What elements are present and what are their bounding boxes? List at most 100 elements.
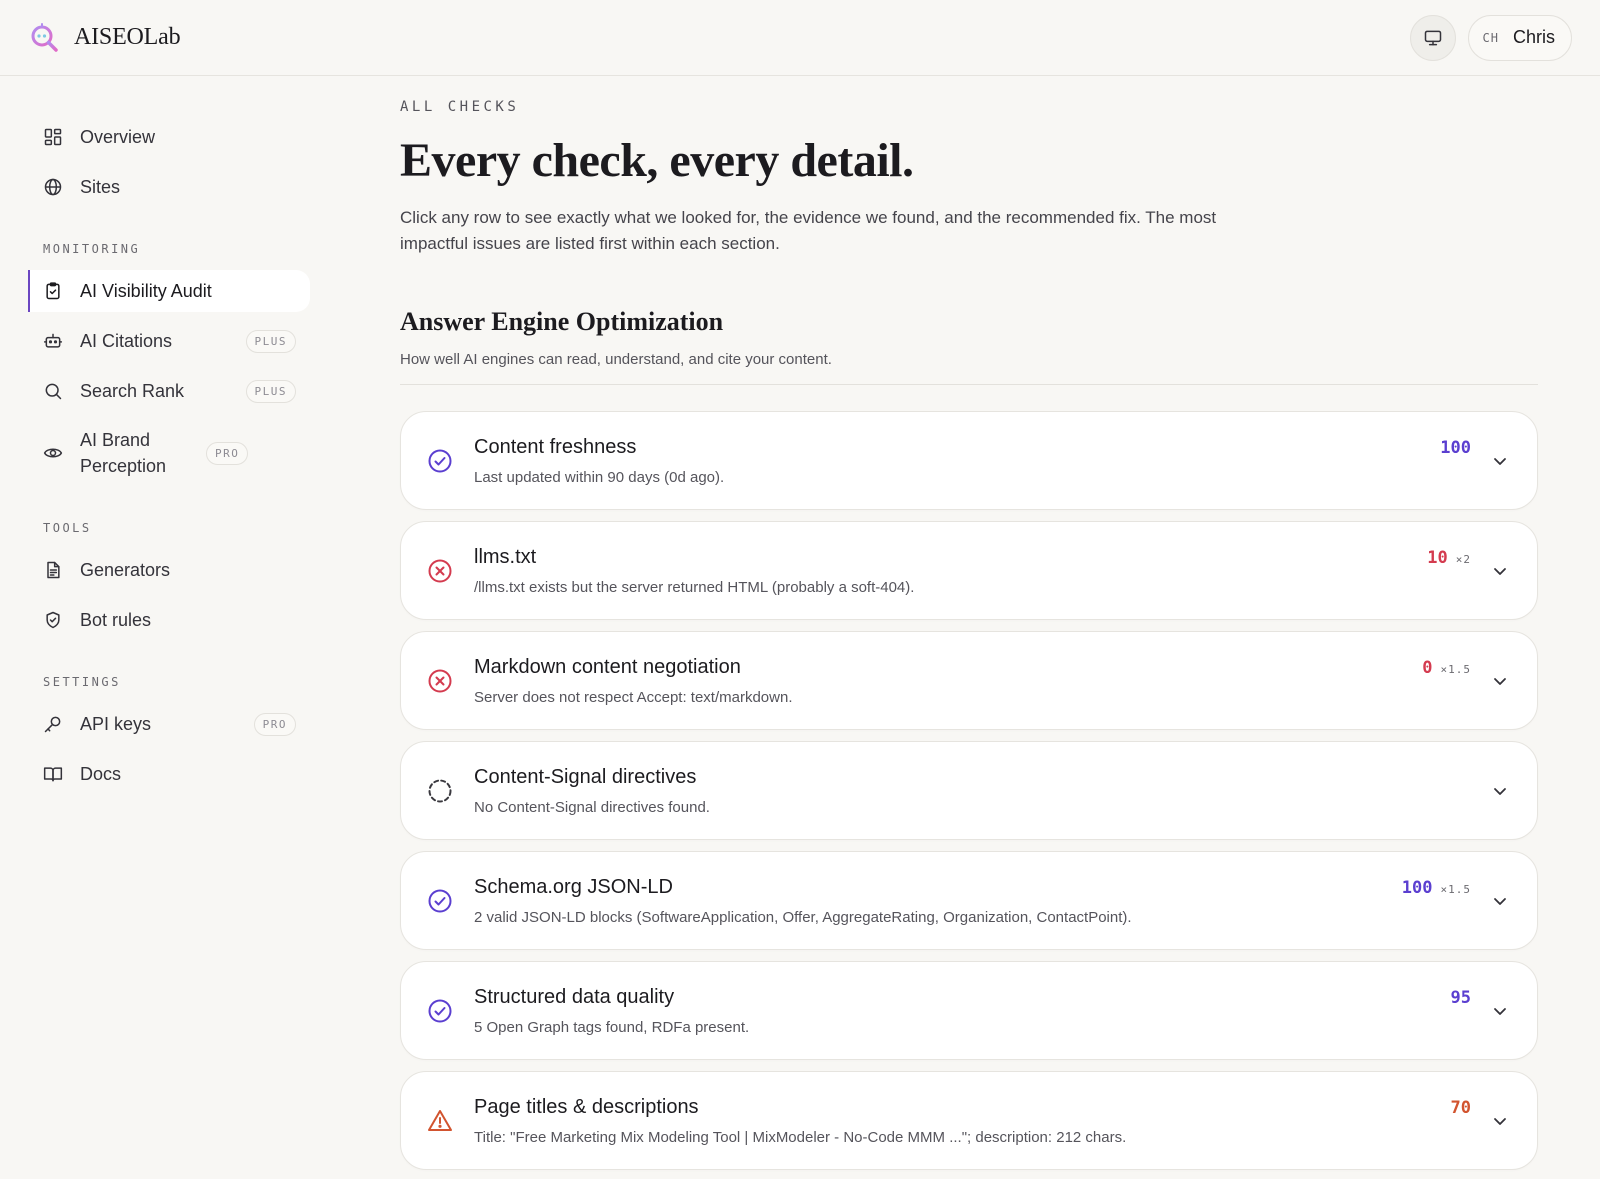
check-detail: Title: "Free Marketing Mix Modeling Tool…	[474, 1129, 1127, 1146]
sidebar-item-overview[interactable]: Overview	[28, 116, 310, 158]
sidebar-item-label: Search Rank	[80, 381, 185, 401]
check-detail: Server does not respect Accept: text/mar…	[474, 689, 793, 706]
eye-icon	[42, 442, 64, 464]
display-toggle-button[interactable]	[1409, 14, 1456, 61]
score-multiplier: ×2	[1455, 553, 1471, 566]
sidebar-item-label: Overview	[80, 127, 156, 147]
plan-badge: PLUS	[245, 329, 296, 353]
check-pass-icon	[428, 889, 452, 913]
sidebar-item-bot-rules[interactable]: Bot rules	[28, 599, 310, 641]
check-pass-icon	[428, 449, 452, 473]
check-title: Content freshness	[474, 436, 637, 458]
sidebar-section-monitoring: MONITORING	[43, 242, 141, 256]
sidebar-section-settings: SETTINGS	[43, 675, 121, 689]
chevron-down-icon[interactable]	[1491, 452, 1509, 470]
key-icon	[42, 713, 64, 735]
sidebar: Overview Sites MONITORING AI Visibility …	[0, 77, 330, 1179]
check-row-markdown-content-negotiation[interactable]: Markdown content negotiation Server does…	[400, 631, 1538, 730]
search-icon	[42, 380, 64, 402]
page-description: Click any row to see exactly what we loo…	[400, 208, 1217, 253]
check-title: Schema.org JSON-LD	[474, 876, 673, 898]
globe-icon	[42, 176, 64, 198]
sidebar-item-label: Sites	[80, 177, 121, 197]
plan-badge: PRO	[206, 441, 249, 465]
section-description: How well AI engines can read, understand…	[400, 351, 832, 368]
brand[interactable]: AISEOLab	[28, 21, 181, 55]
check-detail: 2 valid JSON-LD blocks (SoftwareApplicat…	[474, 909, 1132, 926]
sidebar-item-search-rank[interactable]: Search Rank PLUS	[28, 370, 310, 412]
sidebar-section-tools: TOOLS	[43, 521, 92, 535]
robot-icon	[42, 330, 64, 352]
page-eyebrow: ALL CHECKS	[400, 99, 520, 115]
grid-icon	[42, 126, 64, 148]
score-value: 0	[1422, 658, 1433, 678]
score-multiplier: ×1.5	[1440, 663, 1471, 676]
logo-icon	[31, 22, 58, 52]
warning-icon	[428, 1110, 452, 1131]
sidebar-item-docs[interactable]: Docs	[28, 753, 310, 795]
sidebar-item-label: Docs	[80, 764, 122, 784]
sidebar-item-sites[interactable]: Sites	[28, 166, 310, 208]
check-row-llms-txt[interactable]: llms.txt /llms.txt exists but the server…	[400, 521, 1538, 620]
sidebar-item-api-keys[interactable]: API keys PRO	[28, 703, 310, 745]
clipboard-icon	[42, 280, 64, 302]
page-title: Every check, every detail.	[400, 134, 914, 187]
check-row-structured-data-quality[interactable]: Structured data quality 5 Open Graph tag…	[400, 961, 1538, 1060]
check-score: 95	[1451, 988, 1471, 1008]
chevron-down-icon[interactable]	[1491, 782, 1509, 800]
sidebar-item-ai-citations[interactable]: AI Citations PLUS	[28, 320, 310, 362]
check-score: 70	[1451, 1098, 1471, 1118]
sidebar-item-label: AI Citations	[80, 331, 173, 351]
check-detail: Last updated within 90 days (0d ago).	[474, 469, 725, 486]
user-name: Chris	[1512, 27, 1555, 47]
sidebar-item-label: Generators	[80, 560, 171, 580]
check-row-schema-org-json-ld[interactable]: Schema.org JSON-LD 2 valid JSON-LD block…	[400, 851, 1538, 950]
check-detail: /llms.txt exists but the server returned…	[474, 579, 915, 596]
plan-badge: PRO	[253, 712, 296, 736]
check-score: 100 ×1.5	[1402, 878, 1471, 898]
check-title: Structured data quality	[474, 986, 675, 1008]
check-fail-icon	[428, 669, 452, 693]
plan-badge: PLUS	[245, 379, 296, 403]
sidebar-item-label: AI Brand Perception	[80, 430, 167, 476]
chevron-down-icon[interactable]	[1491, 892, 1509, 910]
chevron-down-icon[interactable]	[1491, 562, 1509, 580]
section-title: Answer Engine Optimization	[400, 307, 724, 336]
document-icon	[42, 559, 64, 581]
brand-name: AISEOLab	[74, 24, 181, 50]
check-row-content-freshness[interactable]: Content freshness Last updated within 90…	[400, 411, 1538, 510]
monitor-icon	[1424, 30, 1441, 45]
check-title: Content-Signal directives	[474, 766, 697, 788]
chevron-down-icon[interactable]	[1491, 672, 1509, 690]
sidebar-item-ai-visibility-audit[interactable]: AI Visibility Audit	[28, 270, 310, 312]
chevron-down-icon[interactable]	[1491, 1112, 1509, 1130]
check-row-page-titles-descriptions[interactable]: Page titles & descriptions Title: "Free …	[400, 1071, 1538, 1170]
score-value: 100	[1440, 438, 1471, 458]
chevron-down-icon[interactable]	[1491, 1002, 1509, 1020]
check-score: 100	[1440, 438, 1471, 458]
check-row-content-signal-directives[interactable]: Content-Signal directives No Content-Sig…	[400, 741, 1538, 840]
score-multiplier: ×1.5	[1440, 883, 1471, 896]
sidebar-item-label: AI Visibility Audit	[80, 281, 212, 301]
sidebar-item-ai-brand-perception[interactable]: AI Brand Perception PRO	[28, 420, 310, 486]
check-score: 10 ×2	[1427, 548, 1471, 568]
check-title: Page titles & descriptions	[474, 1096, 699, 1118]
score-value: 70	[1450, 1098, 1471, 1118]
sidebar-item-generators[interactable]: Generators	[28, 549, 310, 591]
check-detail: 5 Open Graph tags found, RDFa present.	[474, 1019, 750, 1036]
check-title: llms.txt	[474, 546, 537, 568]
sidebar-item-label: Bot rules	[80, 610, 152, 630]
app-header: AISEOLab CH Chris	[0, 0, 1600, 76]
book-icon	[42, 763, 64, 785]
score-value: 100	[1401, 878, 1433, 898]
score-value: 10	[1427, 548, 1448, 568]
check-pending-icon	[428, 779, 452, 803]
check-detail: No Content-Signal directives found.	[474, 799, 710, 816]
check-title: Markdown content negotiation	[474, 656, 741, 678]
check-fail-icon	[428, 559, 452, 583]
score-value: 95	[1450, 988, 1471, 1008]
user-menu-button[interactable]: CH Chris	[1467, 14, 1572, 61]
divider	[400, 384, 1538, 385]
check-pass-icon	[428, 999, 452, 1023]
check-score: 0 ×1.5	[1422, 658, 1471, 678]
